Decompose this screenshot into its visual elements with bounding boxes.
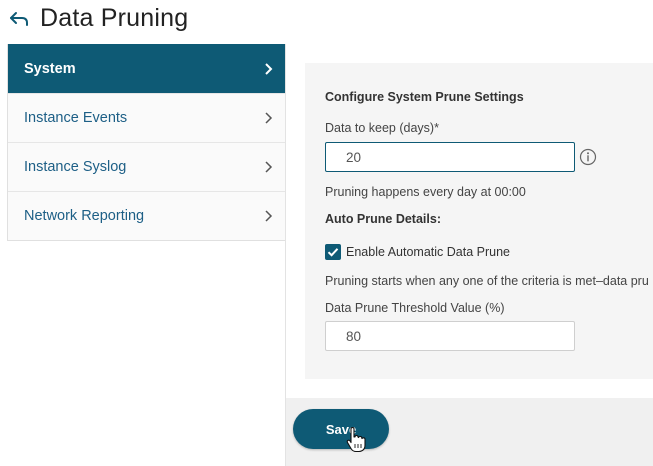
sidebar-item-instance-events[interactable]: Instance Events [8, 93, 285, 142]
prune-settings-panel: Configure System Prune Settings Data to … [305, 63, 653, 379]
threshold-input-value: 80 [346, 328, 362, 344]
back-arrow-icon[interactable] [8, 10, 30, 28]
info-icon[interactable] [579, 148, 597, 166]
chevron-right-icon [265, 161, 273, 173]
days-input[interactable]: 20 [325, 142, 575, 172]
enable-auto-prune-label: Enable Automatic Data Prune [346, 245, 510, 259]
save-button[interactable]: Save [293, 409, 389, 449]
sidebar-item-label: Instance Events [24, 110, 128, 126]
chevron-right-icon [265, 112, 273, 124]
sidebar-item-label: System [24, 60, 76, 77]
page-header: Data Pruning [0, 0, 653, 44]
page-title: Data Pruning [40, 4, 189, 32]
sidebar: System Instance Events Instance Syslog N… [7, 44, 285, 241]
threshold-input[interactable]: 80 [325, 321, 575, 351]
checkmark-icon [327, 248, 339, 257]
enable-auto-prune-checkbox[interactable] [325, 244, 341, 260]
auto-prune-heading: Auto Prune Details: [325, 212, 441, 226]
sidebar-item-label: Network Reporting [24, 208, 145, 224]
threshold-field-label: Data Prune Threshold Value (%) [325, 301, 505, 315]
sidebar-item-instance-syslog[interactable]: Instance Syslog [8, 142, 285, 191]
schedule-text: Pruning happens every day at 00:00 [325, 185, 526, 199]
sidebar-item-system[interactable]: System [8, 44, 285, 93]
criteria-text: Pruning starts when any one of the crite… [325, 274, 649, 288]
hand-cursor-icon [346, 427, 366, 453]
sidebar-item-network-reporting[interactable]: Network Reporting [8, 191, 285, 240]
chevron-right-icon [265, 210, 273, 222]
section-heading: Configure System Prune Settings [325, 90, 524, 104]
days-field-label: Data to keep (days)* [325, 121, 439, 135]
sidebar-item-label: Instance Syslog [24, 159, 127, 175]
chevron-right-icon [265, 62, 273, 75]
days-input-value: 20 [346, 149, 362, 165]
